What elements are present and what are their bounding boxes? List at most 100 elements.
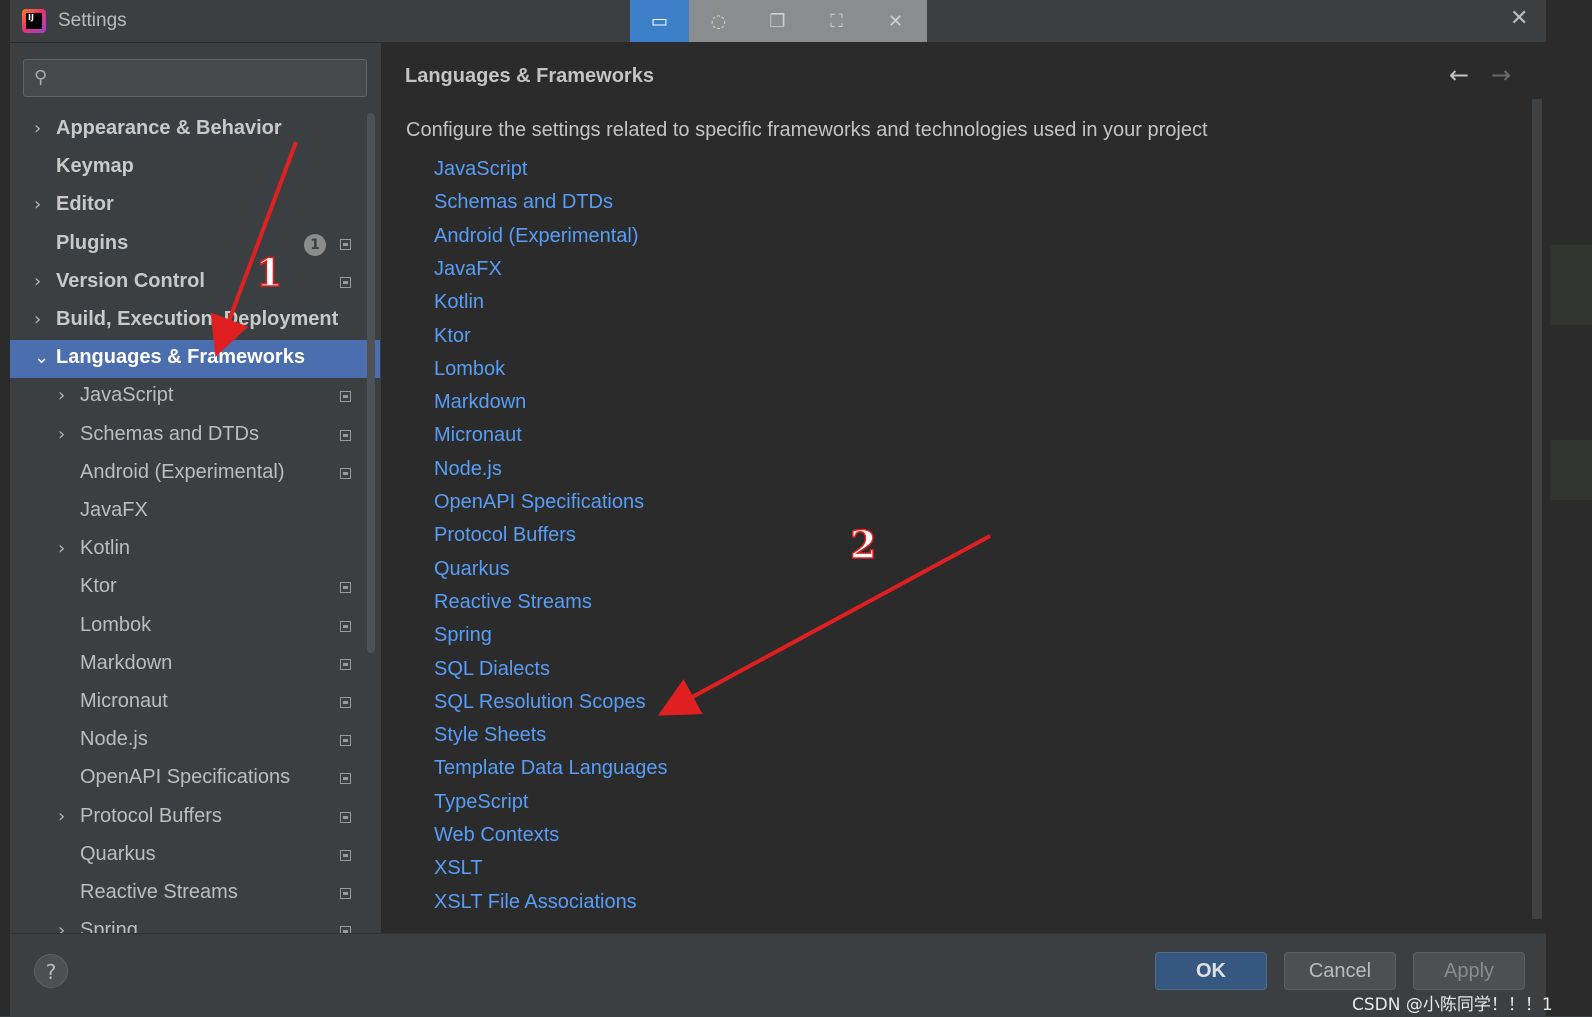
sidebar-item-label: Languages & Frameworks bbox=[56, 346, 305, 369]
chevron-right-icon[interactable]: › bbox=[34, 194, 41, 215]
sidebar-item[interactable]: › JavaScript bbox=[10, 378, 380, 416]
sidebar-item[interactable]: › Editor bbox=[10, 187, 380, 225]
settings-link[interactable]: Web Contexts bbox=[434, 824, 559, 847]
sidebar-item[interactable]: JavaFX bbox=[10, 493, 380, 531]
sidebar-item-label: JavaScript bbox=[80, 384, 174, 407]
apply-button[interactable]: Apply bbox=[1413, 952, 1525, 990]
settings-link[interactable]: Template Data Languages bbox=[434, 757, 668, 780]
settings-link[interactable]: Schemas and DTDs bbox=[434, 191, 613, 214]
settings-link[interactable]: Kotlin bbox=[434, 291, 484, 314]
chevron-right-icon[interactable]: › bbox=[34, 309, 41, 330]
chevron-right-icon[interactable]: › bbox=[58, 806, 65, 827]
fullscreen-snip-icon[interactable]: ⛶ bbox=[807, 0, 866, 42]
project-level-icon bbox=[340, 582, 351, 594]
project-level-icon bbox=[340, 697, 351, 708]
sidebar-scrollbar[interactable] bbox=[367, 113, 375, 653]
sidebar-item-label: Markdown bbox=[80, 651, 173, 674]
sidebar-item[interactable]: Ktor bbox=[10, 569, 380, 607]
ide-background-right bbox=[1546, 0, 1592, 1016]
project-level-icon bbox=[340, 811, 351, 823]
sidebar-item-label: Micronaut bbox=[80, 690, 168, 712]
rect-snip-icon[interactable]: ▭ bbox=[630, 0, 689, 42]
settings-link[interactable]: Ktor bbox=[434, 325, 471, 348]
settings-link[interactable]: Protocol Buffers bbox=[434, 524, 576, 547]
sidebar-item[interactable]: › Spring bbox=[10, 913, 380, 933]
cancel-button[interactable]: Cancel bbox=[1284, 952, 1396, 990]
sidebar-item[interactable]: › Appearance & Behavior bbox=[10, 111, 380, 149]
page-title: Languages & Frameworks bbox=[405, 65, 654, 87]
freeform-snip-icon[interactable]: ◌ bbox=[689, 0, 748, 42]
project-level-icon bbox=[340, 926, 351, 933]
close-icon[interactable]: ✕ bbox=[1510, 6, 1528, 31]
settings-link[interactable]: Reactive Streams bbox=[434, 591, 592, 614]
settings-link[interactable]: Lombok bbox=[434, 358, 505, 381]
sidebar-item-label: Kotlin bbox=[80, 537, 131, 560]
sidebar-item[interactable]: › Schemas and DTDs bbox=[10, 417, 380, 455]
search-input[interactable]: ⚲ bbox=[23, 59, 367, 97]
project-level-icon bbox=[340, 276, 351, 288]
snip-close-icon[interactable]: ✕ bbox=[866, 0, 925, 42]
chevron-right-icon[interactable]: › bbox=[58, 385, 65, 406]
sidebar-item-label: Schemas and DTDs bbox=[80, 422, 259, 445]
settings-link[interactable]: JavaFX bbox=[434, 258, 502, 281]
help-button[interactable]: ? bbox=[34, 954, 68, 988]
sidebar-item-label: Version Control bbox=[56, 269, 205, 292]
settings-link[interactable]: SQL Resolution Scopes bbox=[434, 691, 646, 714]
settings-link[interactable]: Android (Experimental) bbox=[434, 225, 639, 248]
sidebar-item[interactable]: Plugins 1 bbox=[10, 226, 380, 264]
sidebar-item[interactable]: OpenAPI Specifications bbox=[10, 760, 380, 798]
settings-sidebar: ⚲ › Appearance & Behavior Keymap › Editor Plu… bbox=[10, 43, 380, 933]
chevron-right-icon[interactable]: › bbox=[58, 538, 65, 559]
settings-link[interactable]: Quarkus bbox=[434, 558, 510, 581]
sidebar-item[interactable]: › Protocol Buffers bbox=[10, 799, 380, 837]
chevron-right-icon[interactable]: › bbox=[34, 118, 41, 139]
settings-link[interactable]: Node.js bbox=[434, 458, 502, 481]
settings-link[interactable]: JavaScript bbox=[434, 158, 527, 181]
content-scrollbar[interactable] bbox=[1532, 99, 1542, 919]
sidebar-item[interactable]: Micronaut bbox=[10, 684, 380, 722]
project-level-icon bbox=[340, 849, 351, 861]
sidebar-item[interactable]: › Version Control bbox=[10, 264, 380, 302]
window-title: Settings bbox=[58, 10, 127, 31]
dialog-footer: ? OK Cancel Apply bbox=[10, 933, 1546, 1017]
chevron-right-icon[interactable]: › bbox=[34, 271, 41, 292]
sidebar-item[interactable]: ⌄ Languages & Frameworks bbox=[10, 340, 380, 379]
settings-link[interactable]: Style Sheets bbox=[434, 724, 546, 747]
settings-link[interactable]: XSLT bbox=[434, 857, 483, 880]
forward-arrow-icon[interactable]: → bbox=[1491, 61, 1511, 89]
sidebar-item[interactable]: Markdown bbox=[10, 646, 380, 684]
chevron-right-icon[interactable]: › bbox=[58, 920, 65, 933]
sidebar-item-label: Editor bbox=[56, 193, 114, 216]
ok-button[interactable]: OK bbox=[1155, 952, 1267, 990]
settings-link[interactable]: Markdown bbox=[434, 391, 526, 414]
chevron-down-icon[interactable]: ⌄ bbox=[34, 347, 49, 368]
settings-link[interactable]: Spring bbox=[434, 624, 492, 647]
sidebar-item[interactable]: Keymap bbox=[10, 149, 380, 187]
chevron-right-icon[interactable]: › bbox=[58, 424, 65, 445]
settings-link[interactable]: OpenAPI Specifications bbox=[434, 491, 644, 514]
sidebar-item-label: Ktor bbox=[80, 575, 117, 598]
sidebar-item[interactable]: › Build, Execution, Deployment bbox=[10, 302, 380, 340]
settings-link[interactable]: TypeScript bbox=[434, 791, 528, 814]
sidebar-item-label: Quarkus bbox=[80, 842, 156, 865]
project-level-icon bbox=[340, 735, 351, 747]
watermark: CSDN @小陈同学！！！1 bbox=[1352, 995, 1553, 1015]
back-arrow-icon[interactable]: ← bbox=[1449, 61, 1469, 89]
sidebar-item-label: Plugins bbox=[56, 231, 129, 254]
sidebar-item[interactable]: Android (Experimental) bbox=[10, 455, 380, 493]
sidebar-item[interactable]: Reactive Streams bbox=[10, 875, 380, 913]
project-level-icon bbox=[340, 773, 351, 785]
settings-link[interactable]: XSLT File Associations bbox=[434, 891, 637, 914]
intellij-logo-icon: IJ bbox=[22, 9, 46, 33]
sidebar-item[interactable]: Quarkus bbox=[10, 837, 380, 875]
sidebar-item[interactable]: › Kotlin bbox=[10, 531, 380, 569]
settings-link[interactable]: Micronaut bbox=[434, 424, 522, 447]
window-snip-icon[interactable]: ❐ bbox=[748, 0, 807, 42]
settings-link[interactable]: SQL Dialects bbox=[434, 658, 550, 681]
settings-dialog: IJ Settings ▭ ◌ ❐ ⛶ ✕ ✕ ⚲ › Appearance & … bbox=[10, 0, 1546, 1017]
project-level-icon bbox=[340, 429, 351, 441]
annotation-number-2: 2 bbox=[849, 521, 877, 568]
sidebar-item[interactable]: Lombok bbox=[10, 608, 380, 646]
sidebar-item[interactable]: Node.js bbox=[10, 722, 380, 760]
ide-background-left bbox=[0, 0, 10, 1016]
